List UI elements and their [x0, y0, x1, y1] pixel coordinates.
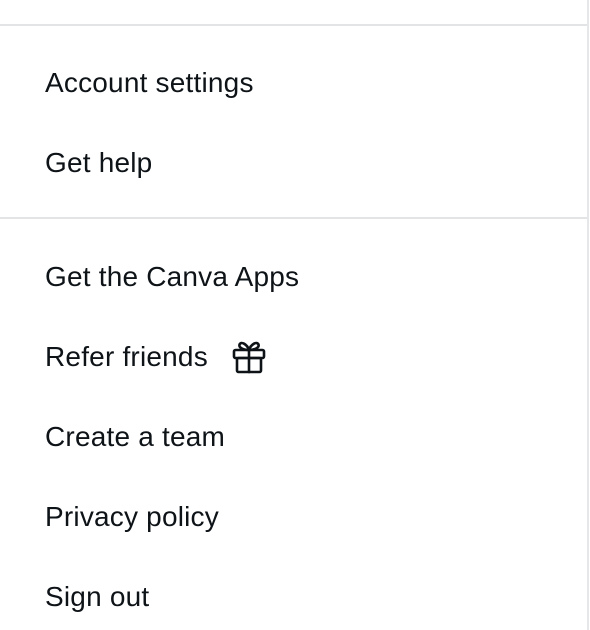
privacy-policy-item[interactable]: Privacy policy	[0, 487, 587, 547]
create-team-item[interactable]: Create a team	[0, 407, 587, 467]
get-help-item[interactable]: Get help	[0, 133, 587, 193]
account-menu: Account settings Get help Get the Canva …	[0, 0, 589, 630]
gift-icon	[230, 338, 268, 376]
privacy-policy-label: Privacy policy	[45, 501, 219, 532]
sign-out-label: Sign out	[45, 581, 150, 612]
get-canva-apps-label: Get the Canva Apps	[45, 261, 300, 292]
sign-out-item[interactable]: Sign out	[0, 567, 587, 627]
menu-divider-middle	[0, 217, 587, 219]
get-help-label: Get help	[45, 147, 153, 178]
get-canva-apps-item[interactable]: Get the Canva Apps	[0, 247, 587, 307]
create-team-label: Create a team	[45, 421, 226, 452]
refer-friends-item[interactable]: Refer friends	[0, 327, 587, 387]
account-settings-item[interactable]: Account settings	[0, 53, 587, 113]
refer-friends-label: Refer friends	[45, 341, 208, 372]
menu-divider-top	[0, 24, 587, 26]
account-settings-label: Account settings	[45, 67, 254, 98]
